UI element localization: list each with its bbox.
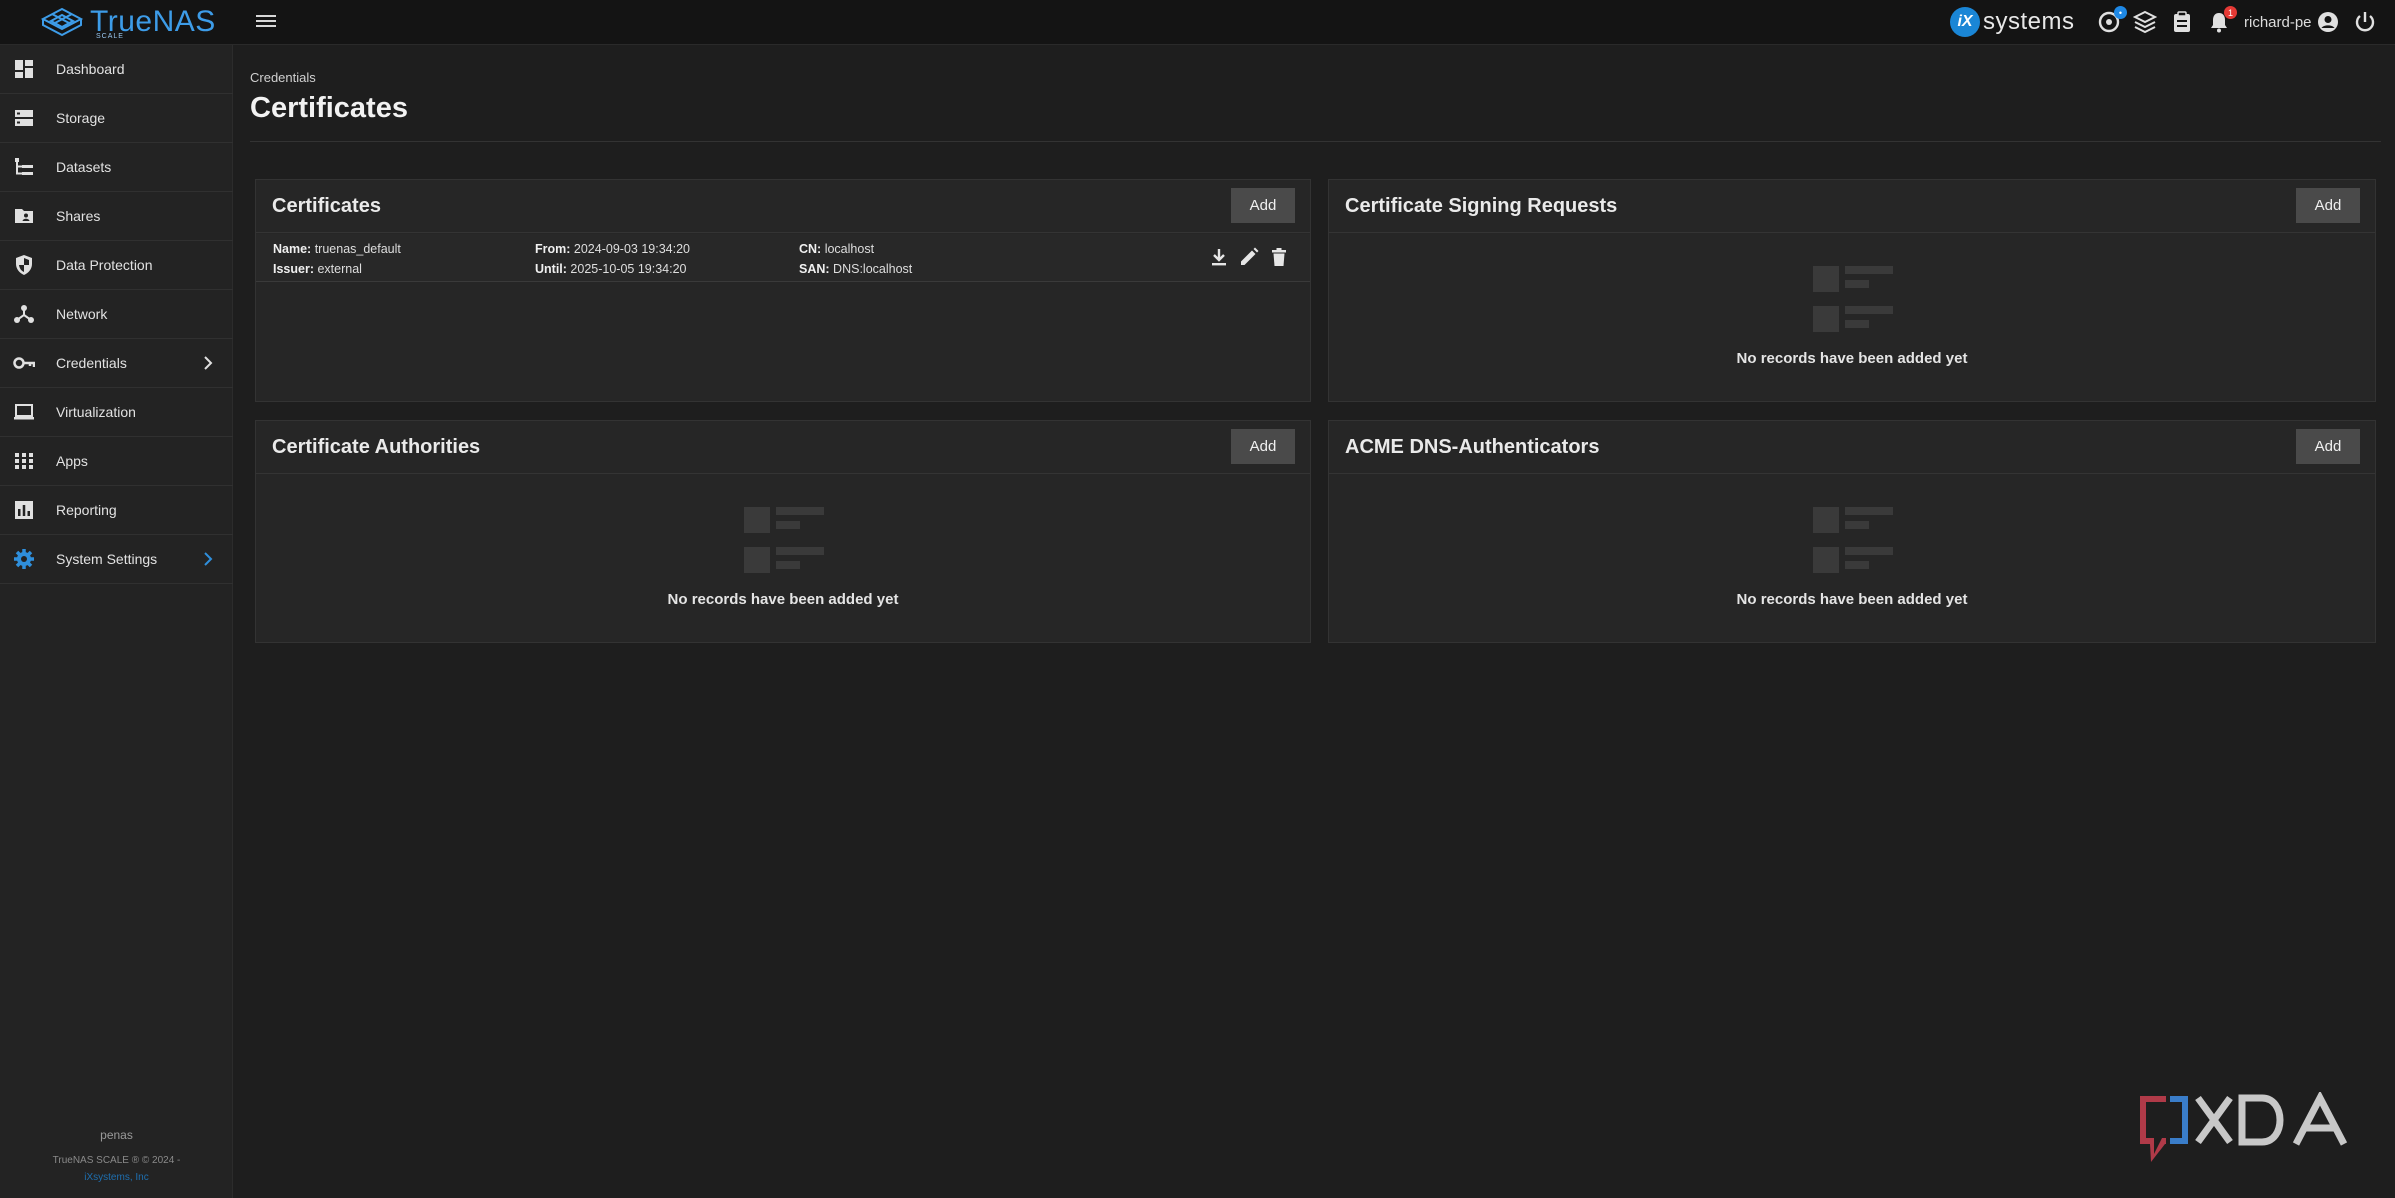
apps-grid-icon <box>15 453 33 469</box>
sidebar-item-system-settings[interactable]: System Settings <box>0 535 233 584</box>
sidebar-item-label: Apps <box>56 453 88 469</box>
card-header: Certificate Authorities Add <box>256 421 1310 474</box>
sidebar: Dashboard Storage Datasets Shares Data P… <box>0 45 233 1198</box>
sidebar-item-datasets[interactable]: Datasets <box>0 143 233 192</box>
card-header: ACME DNS-Authenticators Add <box>1329 421 2375 474</box>
empty-message: No records have been added yet <box>667 591 899 608</box>
sidebar-item-label: Virtualization <box>56 404 136 420</box>
username[interactable]: richard-pe <box>2244 14 2312 31</box>
card-title: ACME DNS-Authenticators <box>1345 436 1600 458</box>
power-icon[interactable] <box>2353 10 2377 34</box>
cert-san: SAN: DNS:localhost <box>799 262 913 276</box>
sidebar-item-virtualization[interactable]: Virtualization <box>0 388 233 437</box>
cert-from: From: 2024-09-03 19:34:20 <box>535 242 690 256</box>
menu-toggle-icon[interactable] <box>256 12 276 32</box>
sidebar-item-label: Credentials <box>56 355 127 371</box>
truenas-logo-icon <box>40 7 84 37</box>
empty-list-icon <box>1813 507 1893 573</box>
network-icon <box>14 305 34 323</box>
shield-icon <box>16 255 32 275</box>
empty-message: No records have been added yet <box>1736 350 1968 367</box>
account-circle-icon[interactable] <box>2316 10 2340 34</box>
brand-edition: SCALE <box>96 33 124 40</box>
download-icon[interactable] <box>1208 246 1230 268</box>
add-acme-button[interactable]: Add <box>2296 429 2360 464</box>
card-header: Certificate Signing Requests Add <box>1329 180 2375 233</box>
chevron-right-icon <box>204 552 213 566</box>
sidebar-item-data-protection[interactable]: Data Protection <box>0 241 233 290</box>
sidebar-item-label: Shares <box>56 208 101 224</box>
sidebar-item-label: Network <box>56 306 108 322</box>
sidebar-item-network[interactable]: Network <box>0 290 233 339</box>
cert-cn: CN: localhost <box>799 242 875 256</box>
key-icon <box>13 357 35 369</box>
add-authority-button[interactable]: Add <box>1231 429 1295 464</box>
xda-watermark-logo <box>2140 1092 2348 1162</box>
breadcrumb[interactable]: Credentials <box>250 70 316 85</box>
sidebar-item-apps[interactable]: Apps <box>0 437 233 486</box>
table-row[interactable]: Name: truenas_default Issuer: external F… <box>256 234 1310 282</box>
truecommand-icon[interactable]: • <box>2097 6 2127 34</box>
top-bar: TrueNAS SCALE iX systems • 1 richard-pe <box>0 0 2395 45</box>
empty-list-icon <box>1813 266 1893 332</box>
empty-list-icon <box>744 507 824 573</box>
card-header: Certificates Add <box>256 180 1310 233</box>
bar-chart-icon <box>15 501 33 519</box>
delete-trash-icon[interactable] <box>1268 246 1290 268</box>
sidebar-item-label: Dashboard <box>56 61 125 77</box>
laptop-icon <box>14 404 34 420</box>
cert-until: Until: 2025-10-05 19:34:20 <box>535 262 687 276</box>
empty-message: No records have been added yet <box>1736 591 1968 608</box>
sidebar-item-label: Storage <box>56 110 106 126</box>
card-title: Certificates <box>272 195 381 217</box>
sidebar-item-label: Datasets <box>56 159 112 175</box>
sidebar-item-label: Reporting <box>56 502 117 518</box>
ix-wordmark: systems <box>1983 8 2075 35</box>
divider <box>250 141 2381 142</box>
ixsystems-logo[interactable]: iX systems <box>1950 6 2075 38</box>
notifications-bell-icon[interactable]: 1 <box>2207 6 2237 34</box>
gear-icon <box>14 549 34 569</box>
cert-issuer: Issuer: external <box>273 262 362 276</box>
sidebar-item-credentials[interactable]: Credentials <box>0 339 233 388</box>
acme-dns-authenticators-card: ACME DNS-Authenticators Add No records h… <box>1328 420 2376 643</box>
sidebar-item-label: Data Protection <box>56 257 153 273</box>
edit-pencil-icon[interactable] <box>1238 246 1260 268</box>
cert-name: Name: truenas_default <box>273 242 401 256</box>
truenas-logo[interactable]: TrueNAS SCALE <box>40 4 216 40</box>
ix-mark: iX <box>1950 7 1980 37</box>
datasets-tree-icon <box>15 158 33 175</box>
dashboard-icon <box>15 60 33 78</box>
clipboard-icon[interactable] <box>2170 10 2194 34</box>
add-certificate-button[interactable]: Add <box>1231 188 1295 223</box>
add-csr-button[interactable]: Add <box>2296 188 2360 223</box>
sidebar-item-dashboard[interactable]: Dashboard <box>0 45 233 94</box>
sidebar-item-label: System Settings <box>56 551 158 567</box>
sidebar-item-reporting[interactable]: Reporting <box>0 486 233 535</box>
page-title: Certificates <box>250 92 408 124</box>
sidebar-item-shares[interactable]: Shares <box>0 192 233 241</box>
company-link[interactable]: iXsystems, Inc <box>0 1172 233 1183</box>
csr-card: Certificate Signing Requests Add No reco… <box>1328 179 2376 402</box>
certificate-authorities-card: Certificate Authorities Add No records h… <box>255 420 1311 643</box>
certificates-card: Certificates Add Name: truenas_default I… <box>255 179 1311 402</box>
shared-folder-icon <box>15 209 33 223</box>
card-title: Certificate Signing Requests <box>1345 195 1618 217</box>
notifications-count: 1 <box>2224 6 2237 19</box>
copyright: TrueNAS SCALE ® © 2024 - <box>52 1155 181 1166</box>
card-title: Certificate Authorities <box>272 436 481 458</box>
hostname: penas <box>100 1128 133 1142</box>
jobs-stack-icon[interactable] <box>2132 10 2158 34</box>
chevron-right-icon <box>204 356 213 370</box>
sidebar-item-storage[interactable]: Storage <box>0 94 233 143</box>
truecommand-badge: • <box>2114 6 2127 19</box>
storage-icon <box>15 110 33 126</box>
